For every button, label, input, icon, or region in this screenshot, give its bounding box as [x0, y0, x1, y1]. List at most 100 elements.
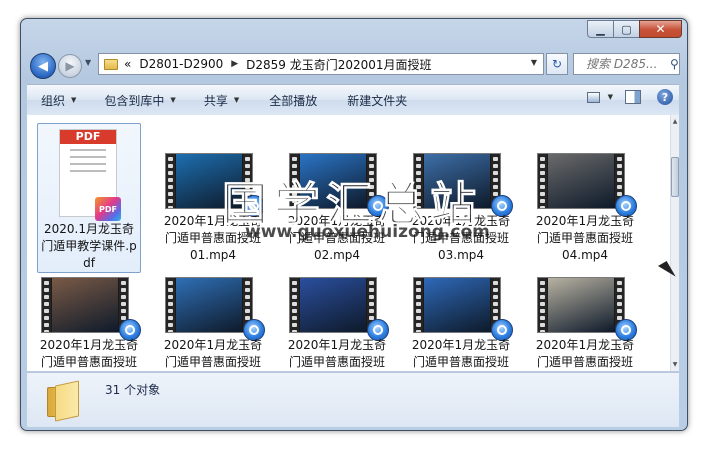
- include-in-library-menu[interactable]: 包含到库中 ▼: [104, 92, 175, 109]
- minimize-icon: ▁: [596, 22, 605, 36]
- magnifier-icon[interactable]: ⚲: [670, 57, 679, 71]
- refresh-icon: ↻: [551, 57, 563, 71]
- file-name: 2020年1月龙玉奇门遁甲普惠面授班05.mp4: [39, 338, 139, 369]
- film-strip: [166, 278, 175, 332]
- file-name: 2020年1月龙玉奇门遁甲普惠面授班08.mp4: [411, 338, 511, 369]
- file-name: 2020.1月龙玉奇门遁甲教学课件.pdf: [41, 222, 137, 270]
- help-icon[interactable]: ?: [657, 89, 673, 105]
- maximize-icon: ▢: [621, 22, 632, 36]
- share-menu[interactable]: 共享 ▼: [204, 92, 239, 109]
- folder-icon: [47, 380, 85, 422]
- video-frame: [176, 278, 242, 332]
- file-name: 2020年1月龙玉奇门遁甲普惠面授班09.mp4: [535, 338, 635, 369]
- organize-menu[interactable]: 组织 ▼: [41, 92, 76, 109]
- file-item-pdf[interactable]: PDF PDF 2020.1月龙玉奇门遁甲教学课件.pdf: [37, 123, 141, 273]
- video-thumbnail: [165, 153, 253, 209]
- video-thumbnail: [413, 277, 501, 333]
- close-icon: ✕: [655, 22, 666, 36]
- breadcrumb-item-current[interactable]: D2859 龙玉奇门202001月面授班: [246, 56, 431, 73]
- maximize-button[interactable]: ▢: [613, 20, 639, 38]
- pdf-app-icon: PDF: [95, 197, 121, 221]
- film-strip: [166, 154, 175, 208]
- thumbnail-line: [70, 149, 106, 151]
- film-strip: [538, 278, 547, 332]
- video-thumbnail: [289, 277, 377, 333]
- scroll-up-icon[interactable]: ▲: [671, 118, 679, 125]
- file-item-video[interactable]: 2020年1月龙玉奇门遁甲普惠面授班04.mp4: [533, 123, 637, 273]
- file-list[interactable]: PDF PDF 2020.1月龙玉奇门遁甲教学课件.pdf 2020年1月龙玉奇门遁甲…: [27, 115, 670, 371]
- dropdown-arrow-icon: ▼: [71, 96, 77, 104]
- file-item-video[interactable]: 2020年1月龙玉奇门遁甲普惠面授班07.mp4: [285, 273, 389, 371]
- video-frame: [548, 154, 614, 208]
- file-name: 2020年1月龙玉奇门遁甲普惠面授班03.mp4: [411, 214, 511, 262]
- film-strip: [414, 278, 423, 332]
- breadcrumb-overflow[interactable]: «: [124, 57, 131, 71]
- file-item-video[interactable]: 2020年1月龙玉奇门遁甲普惠面授班02.mp4: [285, 123, 389, 273]
- change-view-icon[interactable]: [586, 91, 600, 103]
- video-thumbnail: [289, 153, 377, 209]
- video-frame: [548, 278, 614, 332]
- object-count: 31 个对象: [105, 383, 161, 397]
- video-frame: [176, 154, 242, 208]
- play-all-button[interactable]: 全部播放: [269, 92, 317, 109]
- video-frame: [52, 278, 118, 332]
- forward-arrow-icon: ▶: [65, 59, 75, 73]
- video-frame: [424, 154, 490, 208]
- video-thumbnail: [413, 153, 501, 209]
- thumbnail-line: [70, 163, 106, 165]
- file-name: 2020年1月龙玉奇门遁甲普惠面授班06.mp4: [163, 338, 263, 369]
- file-name: 2020年1月龙玉奇门遁甲普惠面授班01.mp4: [163, 214, 263, 262]
- video-thumbnail: [537, 277, 625, 333]
- file-item-video[interactable]: 2020年1月龙玉奇门遁甲普惠面授班05.mp4: [37, 273, 141, 371]
- command-bar: 组织 ▼ 包含到库中 ▼ 共享 ▼ 全部播放 新建文件夹 ▼ ?: [27, 84, 679, 116]
- address-bar[interactable]: « D2801-D2900 ▶ D2859 龙玉奇门202001月面授班 ▼: [98, 53, 544, 75]
- file-item-video[interactable]: 2020年1月龙玉奇门遁甲普惠面授班08.mp4: [409, 273, 513, 371]
- breadcrumb-separator-icon[interactable]: ▶: [231, 59, 238, 69]
- recent-pages-dropdown[interactable]: ▼: [85, 58, 91, 67]
- video-thumbnail: [165, 277, 253, 333]
- dropdown-arrow-icon: ▼: [233, 96, 240, 104]
- breadcrumb-item-parent[interactable]: D2801-D2900: [139, 57, 223, 71]
- back-button[interactable]: ◀: [30, 53, 56, 79]
- folder-icon: [104, 58, 118, 70]
- film-strip: [290, 154, 299, 208]
- details-pane: 31 个对象: [27, 372, 679, 427]
- navigation-bar: ◀ ▶ ▼ « D2801-D2900 ▶ D2859 龙玉奇门202001月面…: [30, 51, 680, 79]
- refresh-button[interactable]: ↻: [546, 53, 568, 75]
- film-strip: [538, 154, 547, 208]
- film-strip: [290, 278, 299, 332]
- film-strip: [414, 154, 423, 208]
- thumbnail-line: [70, 170, 106, 172]
- thumbnail-line: [70, 156, 106, 158]
- vertical-scrollbar[interactable]: ▲ ▼: [670, 115, 679, 371]
- search-box[interactable]: ⚲: [573, 53, 680, 75]
- file-name: 2020年1月龙玉奇门遁甲普惠面授班04.mp4: [535, 214, 635, 262]
- new-folder-button[interactable]: 新建文件夹: [347, 92, 407, 109]
- video-thumbnail: [537, 153, 625, 209]
- video-thumbnail: [41, 277, 129, 333]
- file-name: 2020年1月龙玉奇门遁甲普惠面授班02.mp4: [287, 214, 387, 262]
- file-name: 2020年1月龙玉奇门遁甲普惠面授班07.mp4: [287, 338, 387, 369]
- preview-pane-icon[interactable]: [625, 90, 641, 104]
- toolbar-right: ▼ ?: [586, 89, 673, 105]
- film-strip: [42, 278, 51, 332]
- forward-button[interactable]: ▶: [58, 54, 82, 78]
- scroll-down-icon[interactable]: ▼: [671, 361, 679, 368]
- file-item-video[interactable]: 2020年1月龙玉奇门遁甲普惠面授班09.mp4: [533, 273, 637, 371]
- file-item-video[interactable]: 2020年1月龙玉奇门遁甲普惠面授班03.mp4: [409, 123, 513, 273]
- video-frame: [424, 278, 490, 332]
- search-input[interactable]: [586, 57, 668, 71]
- file-item-video[interactable]: 2020年1月龙玉奇门遁甲普惠面授班01.mp4: [161, 123, 265, 273]
- file-item-video[interactable]: 2020年1月龙玉奇门遁甲普惠面授班06.mp4: [161, 273, 265, 371]
- address-dropdown-icon[interactable]: ▼: [531, 58, 537, 67]
- video-frame: [300, 154, 366, 208]
- caption-buttons: ▁ ▢ ✕: [587, 20, 682, 38]
- pdf-thumbnail-header: PDF: [60, 130, 116, 144]
- scroll-thumb[interactable]: [671, 157, 679, 197]
- minimize-button[interactable]: ▁: [587, 20, 613, 38]
- video-frame: [300, 278, 366, 332]
- dropdown-arrow-icon: ▼: [170, 96, 176, 104]
- back-arrow-icon: ◀: [38, 58, 48, 74]
- view-dropdown-icon[interactable]: ▼: [608, 93, 613, 101]
- close-button[interactable]: ✕: [639, 20, 682, 38]
